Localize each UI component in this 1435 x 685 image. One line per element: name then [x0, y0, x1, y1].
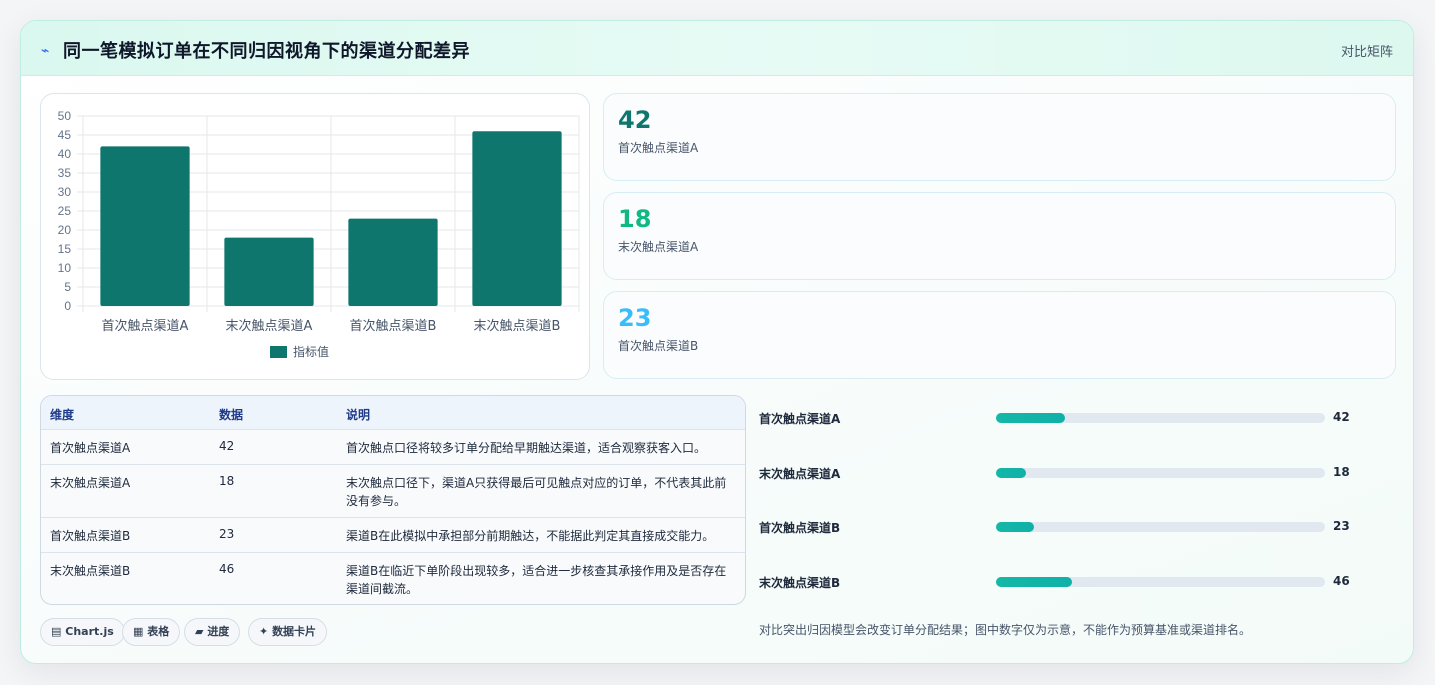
- stat-label: 首次触点渠道A: [618, 141, 699, 155]
- progress-row: 首次触点渠道B 23: [759, 517, 1399, 537]
- column-header: 说明: [346, 408, 371, 422]
- x-tick-label: 首次触点渠道B: [350, 318, 437, 334]
- y-tick-label: 35: [58, 166, 72, 180]
- progress-fill: [996, 522, 1034, 532]
- card-header: ⌁ 同一笔模拟订单在不同归因视角下的渠道分配差异 对比矩阵: [21, 21, 1413, 76]
- progress-row: 首次触点渠道A 42: [759, 408, 1399, 428]
- y-tick-label: 15: [58, 242, 72, 256]
- table-cell: 渠道B在临近下单阶段出现较多，适合进一步核查其承接作用及是否存在渠道间截流。: [346, 564, 727, 596]
- footnote: 对比突出归因模型会改变订单分配结果；图中数字仅为示意，不能作为预算基准或渠道排名…: [759, 623, 1252, 637]
- bar: [100, 146, 190, 306]
- y-tick-label: 5: [64, 280, 71, 294]
- stat-label: 末次触点渠道A: [618, 240, 699, 254]
- progress-track: [996, 577, 1325, 587]
- progress-fill: [996, 577, 1072, 587]
- attribution-card: ⌁ 同一笔模拟订单在不同归因视角下的渠道分配差异 对比矩阵 0 5 10 15 20 25…: [20, 20, 1414, 664]
- column-header: 维度: [50, 408, 75, 422]
- table-row: 首次触点渠道B 23 渠道B在此模拟中承担部分前期触达，不能据此判定其直接成交能…: [41, 518, 745, 553]
- y-tick-label: 20: [58, 223, 72, 237]
- sparkle-icon: ✦: [259, 625, 269, 638]
- progress-track: [996, 413, 1325, 423]
- bar: [348, 218, 438, 306]
- table-icon: ▦: [133, 625, 144, 638]
- progress-value: 18: [1333, 465, 1350, 479]
- table-cell: 首次触点渠道A: [50, 441, 131, 455]
- stat-card: 42 首次触点渠道A: [603, 93, 1396, 181]
- bar: [472, 131, 562, 306]
- chip-label: 进度: [207, 625, 230, 638]
- table-cell: 末次触点口径下，渠道A只获得最后可见触点对应的订单，不代表其此前没有参与。: [346, 476, 727, 508]
- legend-label: 指标值: [293, 344, 329, 359]
- progress-value: 23: [1333, 519, 1350, 533]
- y-tick-label: 10: [58, 261, 72, 275]
- stat-value: 42: [618, 106, 652, 134]
- chip-label: Chart.js: [65, 625, 114, 638]
- progress-value: 42: [1333, 410, 1350, 424]
- progress-icon: ▰: [195, 625, 204, 638]
- progress-fill: [996, 468, 1026, 478]
- card-title: 同一笔模拟订单在不同归因视角下的渠道分配差异: [63, 41, 470, 62]
- progress-track: [996, 468, 1325, 478]
- progress-label: 末次触点渠道B: [759, 576, 841, 590]
- progress-row: 末次触点渠道B 46: [759, 572, 1399, 592]
- table-cell: 46: [219, 562, 235, 576]
- chip-label: 数据卡片: [272, 625, 317, 638]
- bar: [224, 237, 314, 306]
- table-header-row: 维度 数据 说明: [41, 396, 745, 430]
- progress-label: 首次触点渠道B: [759, 521, 841, 535]
- stat-label: 首次触点渠道B: [618, 339, 699, 353]
- y-tick-label: 0: [64, 299, 71, 313]
- table-cell: 42: [219, 439, 235, 453]
- x-tick-label: 末次触点渠道B: [474, 318, 561, 334]
- chart-icon: ▤: [51, 625, 62, 638]
- bar-chart: 0 5 10 15 20 25 30 35 40 45 50 首次触点渠道A 末次触点渠道A 首次触点渠道…: [58, 109, 580, 359]
- stat-value: 23: [618, 304, 652, 332]
- table-row: 末次触点渠道B 46 渠道B在临近下单阶段出现较多，适合进一步核查其承接作用及是…: [41, 553, 745, 604]
- table-cell: 末次触点渠道A: [50, 476, 131, 490]
- chip-table[interactable]: ▦ 表格: [122, 618, 181, 646]
- progress-fill: [996, 413, 1066, 423]
- data-table: 维度 数据 说明 首次触点渠道A 42 首次触点口径将较多订单分配给早期触达渠道…: [40, 395, 746, 605]
- comparison-matrix-link[interactable]: 对比矩阵: [1341, 41, 1393, 60]
- progress-track: [996, 522, 1325, 532]
- table-row: 末次触点渠道A 18 末次触点口径下，渠道A只获得最后可见触点对应的订单，不代表…: [41, 465, 745, 518]
- table-cell: 18: [219, 474, 235, 488]
- y-tick-label: 40: [58, 147, 72, 161]
- y-tick-label: 25: [58, 204, 72, 218]
- table-cell: 23: [219, 527, 235, 541]
- progress-label: 末次触点渠道A: [759, 467, 841, 481]
- table-cell: 首次触点渠道B: [50, 529, 131, 543]
- progress-value: 46: [1333, 574, 1350, 588]
- progress-label: 首次触点渠道A: [759, 412, 841, 426]
- y-tick-label: 50: [58, 109, 72, 123]
- table-cell: 末次触点渠道B: [50, 564, 131, 578]
- chip-data-cards[interactable]: ✦ 数据卡片: [248, 618, 328, 646]
- x-tick-label: 末次触点渠道A: [226, 318, 313, 334]
- chip-progress[interactable]: ▰ 进度: [184, 618, 241, 646]
- lightning-icon: ⌁: [41, 43, 50, 59]
- legend-swatch: [270, 346, 287, 358]
- y-tick-label: 45: [58, 128, 72, 142]
- column-header: 数据: [219, 408, 244, 422]
- stat-value: 18: [618, 205, 652, 233]
- progress-row: 末次触点渠道A 18: [759, 463, 1399, 483]
- bar-chart-panel: 0 5 10 15 20 25 30 35 40 45 50 首次触点渠道A 末次触点渠道A 首次触点渠道…: [40, 93, 590, 380]
- x-tick-label: 首次触点渠道A: [102, 318, 189, 334]
- stat-card: 18 末次触点渠道A: [603, 192, 1396, 280]
- chip-chartjs[interactable]: ▤ Chart.js: [40, 618, 125, 646]
- table-cell: 渠道B在此模拟中承担部分前期触达，不能据此判定其直接成交能力。: [346, 529, 715, 543]
- y-tick-label: 30: [58, 185, 72, 199]
- stat-card: 23 首次触点渠道B: [603, 291, 1396, 379]
- table-row: 首次触点渠道A 42 首次触点口径将较多订单分配给早期触达渠道，适合观察获客入口…: [41, 430, 745, 465]
- chip-label: 表格: [147, 625, 170, 638]
- table-cell: 首次触点口径将较多订单分配给早期触达渠道，适合观察获客入口。: [346, 441, 707, 455]
